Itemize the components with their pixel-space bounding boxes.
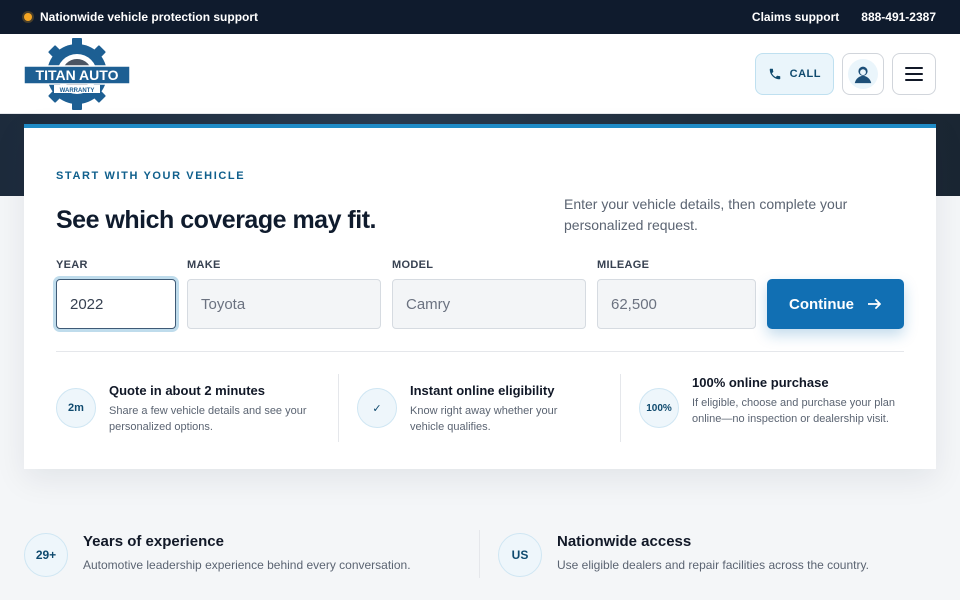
- stat-badge: 29+: [24, 533, 68, 577]
- feature-title: 100% online purchase: [692, 375, 829, 390]
- model-value: Camry: [406, 295, 451, 313]
- menu-button[interactable]: [892, 52, 936, 95]
- gear-logo-icon: TITAN AUTO WARRANTY: [23, 37, 131, 110]
- top-announcement-bar: Nationwide vehicle protection support Cl…: [0, 0, 960, 34]
- feature-badge: 100%: [639, 388, 679, 428]
- mileage-input[interactable]: 62,500: [597, 279, 756, 329]
- card-divider: [56, 351, 904, 352]
- continue-label: Continue: [789, 295, 854, 313]
- card-eyebrow: START WITH YOUR VEHICLE: [56, 170, 246, 182]
- make-value: Toyota: [201, 295, 246, 313]
- feature-separator: [338, 374, 339, 442]
- year-label: YEAR: [56, 259, 88, 271]
- stat-experience: 29+ Years of experience Automotive leade…: [24, 530, 464, 580]
- stat-title: Years of experience: [83, 533, 224, 550]
- model-label: MODEL: [392, 259, 434, 271]
- user-icon: [848, 58, 878, 89]
- phone-number-link[interactable]: 888-491-2387: [861, 10, 936, 24]
- card-headline: See which coverage may fit.: [56, 206, 376, 234]
- feature-desc: If eligible, choose and purchase your pl…: [692, 397, 896, 425]
- announcement-text: Nationwide vehicle protection support: [40, 10, 259, 24]
- feature-online-purchase: 100% 100% online purchase If eligible, c…: [639, 374, 909, 442]
- arrow-right-icon: [868, 299, 881, 309]
- call-button[interactable]: CALL: [754, 52, 834, 95]
- status-dot-icon: [24, 13, 32, 21]
- mileage-value: 62,500: [611, 295, 657, 313]
- feature-title: Quote in about 2 minutes: [109, 383, 266, 398]
- feature-badge: 2m: [56, 388, 96, 428]
- vehicle-quote-card: START WITH YOUR VEHICLE See which covera…: [24, 124, 936, 469]
- make-input[interactable]: Toyota: [187, 279, 381, 329]
- feature-desc: Know right away whether your vehicle qua…: [410, 405, 558, 433]
- feature-quote-time: 2m Quote in about 2 minutes Share a few …: [56, 374, 316, 442]
- stat-desc: Use eligible dealers and repair faciliti…: [557, 558, 869, 572]
- stat-title: Nationwide access: [557, 533, 692, 550]
- hamburger-menu-icon: [905, 66, 923, 81]
- site-header: TITAN AUTO WARRANTY CALL: [0, 34, 960, 114]
- svg-text:TITAN AUTO: TITAN AUTO: [36, 67, 119, 83]
- card-intro: Enter your vehicle details, then complet…: [564, 196, 848, 233]
- feature-desc: Share a few vehicle details and see your…: [109, 405, 307, 433]
- account-button[interactable]: [842, 52, 884, 95]
- feature-title: Instant online eligibility: [410, 383, 555, 398]
- year-input[interactable]: 2022: [56, 279, 176, 329]
- check-icon: ✓: [357, 388, 397, 428]
- stat-badge: US: [498, 533, 542, 577]
- svg-text:WARRANTY: WARRANTY: [60, 88, 95, 94]
- stat-separator: [479, 530, 480, 578]
- mileage-label: MILEAGE: [597, 259, 650, 271]
- year-value: 2022: [70, 295, 104, 313]
- model-input[interactable]: Camry: [392, 279, 586, 329]
- feature-eligibility: ✓ Instant online eligibility Know right …: [357, 374, 617, 442]
- titan-auto-logo[interactable]: TITAN AUTO WARRANTY: [23, 37, 131, 110]
- feature-separator: [620, 374, 621, 442]
- phone-icon: [769, 68, 780, 79]
- continue-button[interactable]: Continue: [767, 279, 904, 329]
- stat-nationwide: US Nationwide access Use eligible dealer…: [498, 530, 938, 580]
- make-label: MAKE: [187, 259, 221, 271]
- stat-desc: Automotive leadership experience behind …: [83, 558, 411, 572]
- claims-support-link[interactable]: Claims support: [752, 10, 839, 24]
- call-label: CALL: [789, 67, 821, 80]
